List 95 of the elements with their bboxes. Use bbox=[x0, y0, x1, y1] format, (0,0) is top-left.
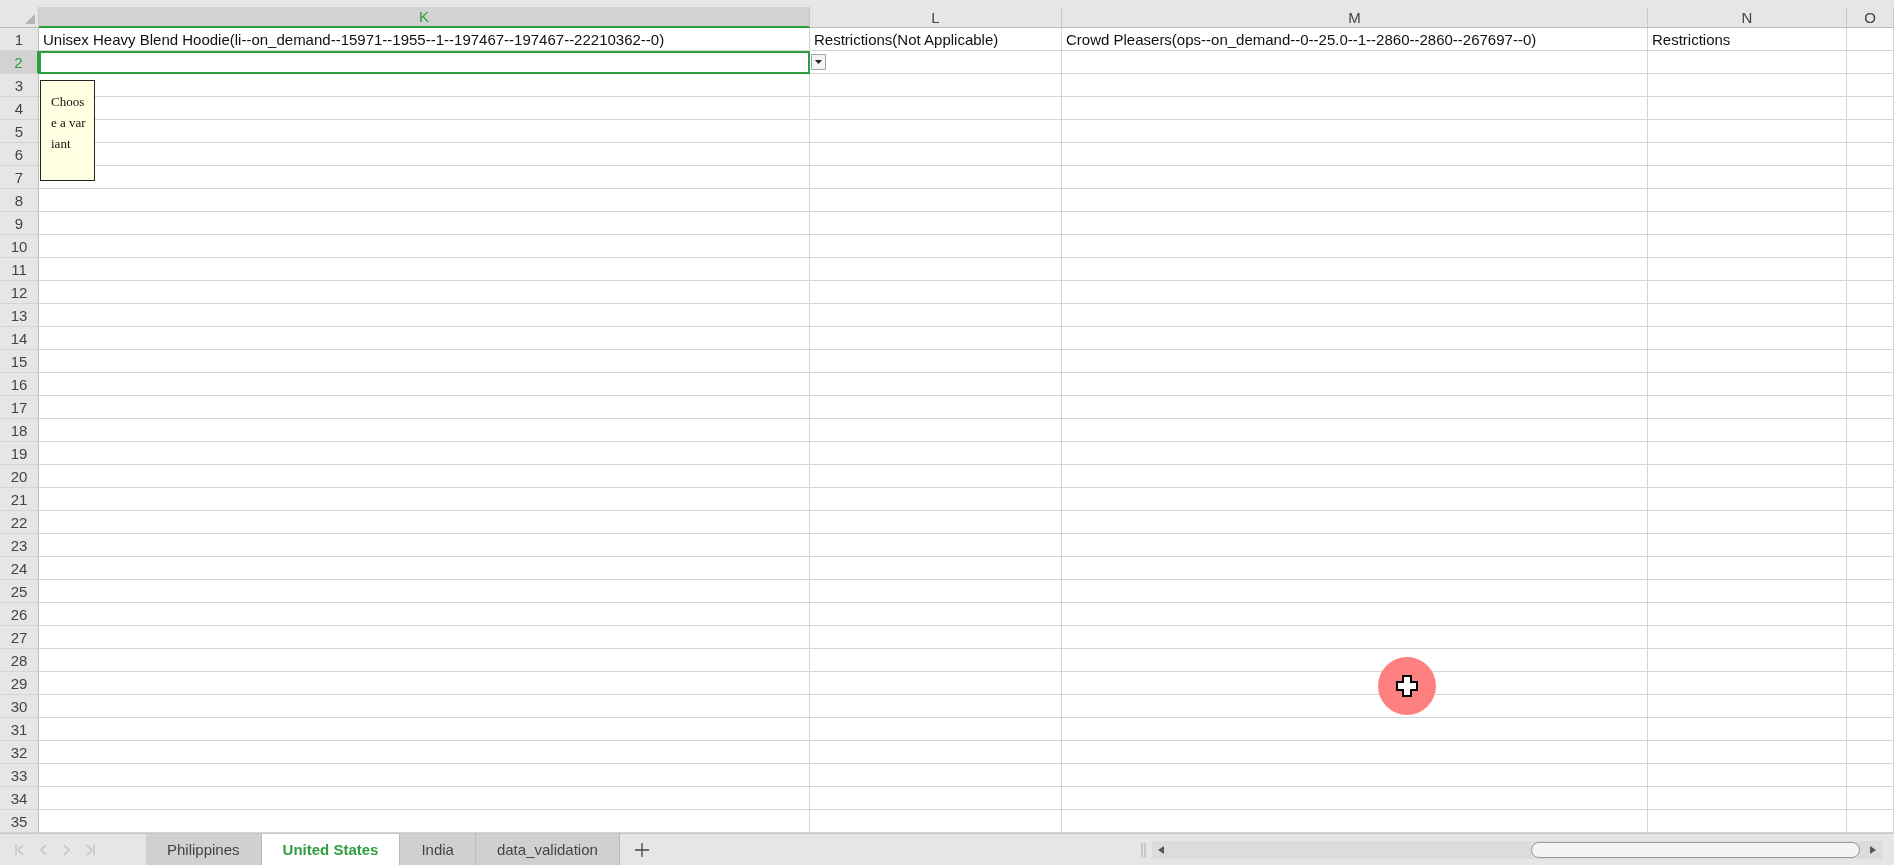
row-header[interactable]: 6 bbox=[0, 143, 39, 166]
table-cell bbox=[1847, 51, 1894, 74]
table-cell: Restrictions(Not Applicable) bbox=[810, 28, 1062, 51]
row-header[interactable]: 35 bbox=[0, 810, 39, 833]
row-header[interactable]: 10 bbox=[0, 235, 39, 258]
table-cell bbox=[1847, 787, 1894, 810]
table-cell bbox=[1847, 695, 1894, 718]
table-cell bbox=[1847, 534, 1894, 557]
row-header[interactable]: 32 bbox=[0, 741, 39, 764]
row-header[interactable]: 8 bbox=[0, 189, 39, 212]
scroll-left-icon[interactable] bbox=[1158, 845, 1164, 854]
last-sheet-icon[interactable] bbox=[86, 842, 96, 857]
row-header[interactable]: 22 bbox=[0, 511, 39, 534]
scrollbar-thumb[interactable] bbox=[1531, 841, 1860, 858]
splitter-handle-icon[interactable] bbox=[1141, 842, 1146, 857]
row-header[interactable]: 31 bbox=[0, 718, 39, 741]
previous-sheet-icon[interactable] bbox=[38, 842, 48, 857]
table-cell: Crowd Pleasers(ops--on_demand--0--25.0--1--2860--2860--267697--0) bbox=[1062, 28, 1648, 51]
table-cell bbox=[1847, 419, 1894, 442]
table-cell bbox=[1847, 649, 1894, 672]
row-header[interactable]: 1 bbox=[0, 28, 39, 51]
caret-icon bbox=[815, 60, 822, 64]
click-highlight-cursor-icon bbox=[1377, 656, 1437, 716]
table-cell bbox=[1847, 741, 1894, 764]
table-cell bbox=[1847, 258, 1894, 281]
row-header[interactable]: 15 bbox=[0, 350, 39, 373]
row-header[interactable]: 11 bbox=[0, 258, 39, 281]
table-cell bbox=[1847, 166, 1894, 189]
table-cell: Restrictions bbox=[1648, 28, 1847, 51]
next-sheet-icon[interactable] bbox=[62, 842, 72, 857]
table-cell bbox=[1847, 511, 1894, 534]
table-cell bbox=[1847, 672, 1894, 695]
column-header[interactable]: O bbox=[1847, 7, 1894, 28]
table-cell: Unisex Heavy Blend Hoodie(li--on_demand--15971--1955--1--197467--197467--22210362--0) bbox=[39, 28, 810, 51]
sheet-tab[interactable]: data_validation bbox=[475, 834, 620, 865]
horizontal-scrollbar[interactable] bbox=[1152, 840, 1882, 859]
table-cell bbox=[1847, 557, 1894, 580]
row-header[interactable]: 28 bbox=[0, 649, 39, 672]
row-header[interactable]: 19 bbox=[0, 442, 39, 465]
row-header[interactable]: 9 bbox=[0, 212, 39, 235]
row-header[interactable]: 34 bbox=[0, 787, 39, 810]
row-header[interactable]: 17 bbox=[0, 396, 39, 419]
table-cell bbox=[1847, 74, 1894, 97]
scroll-right-icon[interactable] bbox=[1870, 845, 1876, 854]
table-cell bbox=[1847, 235, 1894, 258]
table-cell bbox=[1847, 120, 1894, 143]
row-header[interactable]: 29 bbox=[0, 672, 39, 695]
table-cell bbox=[1847, 304, 1894, 327]
row-header[interactable]: 4 bbox=[0, 97, 39, 120]
table-cell bbox=[1847, 281, 1894, 304]
row-header[interactable]: 7 bbox=[0, 166, 39, 189]
table-cell bbox=[1847, 764, 1894, 787]
row-header[interactable]: 23 bbox=[0, 534, 39, 557]
table-cell bbox=[1847, 626, 1894, 649]
table-cell bbox=[1847, 212, 1894, 235]
row-header[interactable]: 14 bbox=[0, 327, 39, 350]
table-cell bbox=[1847, 97, 1894, 120]
sheet-tab[interactable]: Philippines bbox=[146, 834, 262, 865]
table-cell bbox=[1847, 580, 1894, 603]
row-header[interactable]: 33 bbox=[0, 764, 39, 787]
first-sheet-icon[interactable] bbox=[14, 842, 24, 857]
row-header[interactable]: 18 bbox=[0, 419, 39, 442]
column-header[interactable]: N bbox=[1648, 7, 1847, 28]
table-cell bbox=[1847, 373, 1894, 396]
table-cell bbox=[1847, 189, 1894, 212]
table-cell bbox=[1847, 327, 1894, 350]
table-cell bbox=[1847, 350, 1894, 373]
table-cell bbox=[1847, 28, 1894, 51]
table-cell bbox=[1847, 465, 1894, 488]
row-header[interactable]: 3 bbox=[0, 74, 39, 97]
row-header[interactable]: 30 bbox=[0, 695, 39, 718]
table-cell bbox=[1847, 442, 1894, 465]
table-cell bbox=[1847, 396, 1894, 419]
input-message-tooltip: Choose a variant bbox=[40, 80, 95, 181]
dropdown-button[interactable] bbox=[811, 54, 826, 70]
sheet-tab[interactable]: India bbox=[400, 834, 476, 865]
corner-triangle-icon bbox=[25, 14, 35, 24]
table-cell bbox=[1847, 603, 1894, 626]
plus-icon bbox=[633, 841, 650, 858]
row-header[interactable]: 16 bbox=[0, 373, 39, 396]
row-header[interactable]: 21 bbox=[0, 488, 39, 511]
row-header[interactable]: 13 bbox=[0, 304, 39, 327]
row-header[interactable]: 20 bbox=[0, 465, 39, 488]
table-cell bbox=[1847, 143, 1894, 166]
row-header[interactable]: 26 bbox=[0, 603, 39, 626]
row-header[interactable]: 24 bbox=[0, 557, 39, 580]
row-header[interactable]: 5 bbox=[0, 120, 39, 143]
active-cell[interactable] bbox=[39, 51, 810, 74]
row-header[interactable]: 27 bbox=[0, 626, 39, 649]
row-header[interactable]: 25 bbox=[0, 580, 39, 603]
row-header[interactable]: 12 bbox=[0, 281, 39, 304]
table-cell bbox=[1847, 488, 1894, 511]
table-cell bbox=[1847, 718, 1894, 741]
column-header[interactable]: L bbox=[810, 7, 1062, 28]
column-header[interactable]: M bbox=[1062, 7, 1648, 28]
